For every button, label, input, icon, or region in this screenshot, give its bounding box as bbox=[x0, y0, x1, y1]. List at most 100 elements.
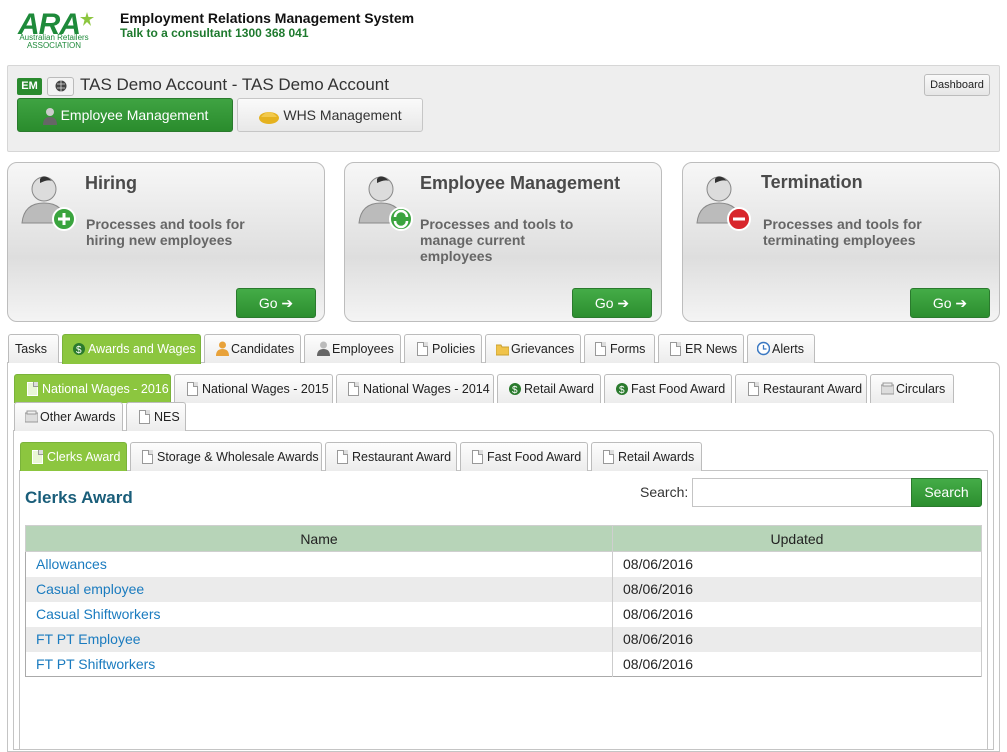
card-title: Employee Management bbox=[420, 173, 621, 193]
name-cell: Casual employee bbox=[25, 576, 613, 602]
employee-management-go-button[interactable]: Go ➔ bbox=[572, 288, 652, 318]
tab-label: Fast Food Award bbox=[631, 382, 726, 396]
updated-cell: 08/06/2016 bbox=[612, 551, 982, 577]
tab-forms[interactable]: Forms bbox=[584, 334, 655, 363]
tab-label: Candidates bbox=[231, 342, 295, 356]
svg-text:$: $ bbox=[512, 385, 518, 396]
tab-restaurant-award[interactable]: Restaurant Award bbox=[735, 374, 867, 403]
search-button[interactable]: Search bbox=[911, 478, 982, 507]
tab-tasks[interactable]: Tasks bbox=[8, 334, 59, 363]
tab-national-wages-2016[interactable]: National Wages - 2016 bbox=[14, 374, 171, 403]
document-icon bbox=[142, 450, 153, 464]
tab-label: Restaurant Award bbox=[763, 382, 863, 396]
document-icon bbox=[139, 410, 150, 424]
hard-hat-icon bbox=[259, 112, 280, 125]
document-icon bbox=[748, 382, 759, 396]
card-description: Processes and tools for hiring new emplo… bbox=[86, 216, 245, 248]
tab-restaurant-award-sub[interactable]: Restaurant Award bbox=[325, 442, 457, 471]
refresh-person-icon bbox=[358, 176, 413, 231]
tab-candidates[interactable]: Candidates bbox=[204, 334, 301, 363]
document-icon bbox=[603, 450, 614, 464]
name-cell: Allowances bbox=[25, 551, 613, 577]
updated-cell: 08/06/2016 bbox=[612, 626, 982, 652]
name-cell: FT PT Employee bbox=[25, 626, 613, 652]
card-title: Termination bbox=[761, 172, 863, 192]
hiring-card: Hiring Processes and tools for hiring ne… bbox=[7, 162, 325, 322]
tab-label: Retail Award bbox=[524, 382, 594, 396]
document-link[interactable]: FT PT Employee bbox=[36, 631, 141, 647]
tab-national-wages-2014[interactable]: National Wages - 2014 bbox=[336, 374, 494, 403]
document-icon bbox=[337, 450, 348, 464]
hiring-go-button[interactable]: Go ➔ bbox=[236, 288, 316, 318]
column-header-name[interactable]: Name bbox=[25, 525, 613, 552]
tab-storage-wholesale-awards[interactable]: Storage & Wholesale Awards bbox=[130, 442, 322, 471]
tab-er-news[interactable]: ER News bbox=[658, 334, 744, 363]
table-row: Allowances 08/06/2016 bbox=[25, 551, 982, 577]
tab-other-awards[interactable]: Other Awards bbox=[14, 402, 123, 431]
search-label: Search: bbox=[640, 484, 689, 500]
tab-label: Forms bbox=[610, 342, 646, 356]
awards-table: Name Updated Allowances 08/06/2016 Casua… bbox=[25, 525, 982, 677]
tab-label: Storage & Wholesale Awards bbox=[157, 450, 319, 464]
module-label: WHS Management bbox=[283, 107, 402, 123]
tab-label: Alerts bbox=[772, 342, 804, 356]
document-link[interactable]: FT PT Shiftworkers bbox=[36, 656, 155, 672]
tab-label: Other Awards bbox=[40, 410, 116, 424]
table-header-row: Name Updated bbox=[25, 525, 982, 552]
tab-grievances[interactable]: Grievances bbox=[485, 334, 581, 363]
document-link[interactable]: Allowances bbox=[36, 556, 107, 572]
document-link[interactable]: Casual employee bbox=[36, 581, 144, 597]
tab-nes[interactable]: NES bbox=[126, 402, 186, 431]
tab-policies[interactable]: Policies bbox=[404, 334, 482, 363]
employee-icon bbox=[317, 341, 330, 356]
em-badge[interactable]: EM bbox=[17, 78, 42, 95]
document-icon bbox=[27, 382, 38, 396]
clock-icon bbox=[757, 341, 770, 356]
remove-person-icon bbox=[696, 176, 751, 231]
document-icon bbox=[472, 450, 483, 464]
tab-circulars[interactable]: Circulars bbox=[870, 374, 954, 403]
add-person-icon bbox=[21, 176, 76, 231]
tab-label: ER News bbox=[685, 342, 738, 356]
name-cell: FT PT Shiftworkers bbox=[25, 651, 613, 677]
money-icon: $ bbox=[509, 383, 521, 396]
employee-management-module-button[interactable]: Employee Management bbox=[17, 98, 233, 132]
globe-button[interactable] bbox=[47, 77, 74, 96]
tab-label: Employees bbox=[332, 342, 394, 356]
tab-employees[interactable]: Employees bbox=[304, 334, 401, 363]
whs-management-module-button[interactable]: WHS Management bbox=[237, 98, 423, 132]
card-description: Processes and tools to manage current em… bbox=[420, 216, 574, 264]
termination-card: Termination Processes and tools for term… bbox=[682, 162, 1000, 322]
tab-fast-food-award-sub[interactable]: Fast Food Award bbox=[460, 442, 588, 471]
tab-label: National Wages - 2016 bbox=[42, 382, 169, 396]
logo-subtitle: Australian Retailers ASSOCIATION bbox=[19, 33, 89, 50]
table-row: FT PT Employee 08/06/2016 bbox=[25, 626, 982, 652]
tab-awards-and-wages[interactable]: $ Awards and Wages bbox=[62, 334, 201, 364]
section-title: Clerks Award bbox=[25, 488, 133, 507]
card-title: Hiring bbox=[85, 173, 137, 193]
dashboard-button[interactable]: Dashboard bbox=[924, 74, 990, 96]
logo-star-icon bbox=[80, 12, 94, 26]
tab-label: National Wages - 2015 bbox=[202, 382, 329, 396]
circulars-icon bbox=[881, 382, 894, 395]
person-icon bbox=[42, 108, 57, 126]
termination-go-button[interactable]: Go ➔ bbox=[910, 288, 990, 318]
tab-label: Restaurant Award bbox=[352, 450, 452, 464]
column-header-updated[interactable]: Updated bbox=[612, 525, 982, 552]
tab-national-wages-2015[interactable]: National Wages - 2015 bbox=[174, 374, 333, 403]
document-icon bbox=[417, 342, 428, 356]
search-input[interactable] bbox=[692, 478, 912, 507]
tab-clerks-award[interactable]: Clerks Award bbox=[20, 442, 127, 471]
employee-management-card: Employee Management Processes and tools … bbox=[344, 162, 662, 322]
tab-retail-award[interactable]: $ Retail Award bbox=[497, 374, 601, 403]
tab-label: Grievances bbox=[511, 342, 575, 356]
tab-retail-awards[interactable]: Retail Awards bbox=[591, 442, 702, 471]
tab-alerts[interactable]: Alerts bbox=[747, 334, 815, 363]
account-title: TAS Demo Account - TAS Demo Account bbox=[80, 75, 389, 94]
table-row: Casual Shiftworkers 08/06/2016 bbox=[25, 601, 982, 627]
tab-label: National Wages - 2014 bbox=[363, 382, 490, 396]
money-icon: $ bbox=[616, 383, 628, 396]
tab-fast-food-award[interactable]: $ Fast Food Award bbox=[604, 374, 732, 403]
document-icon bbox=[595, 342, 606, 356]
document-link[interactable]: Casual Shiftworkers bbox=[36, 606, 161, 622]
